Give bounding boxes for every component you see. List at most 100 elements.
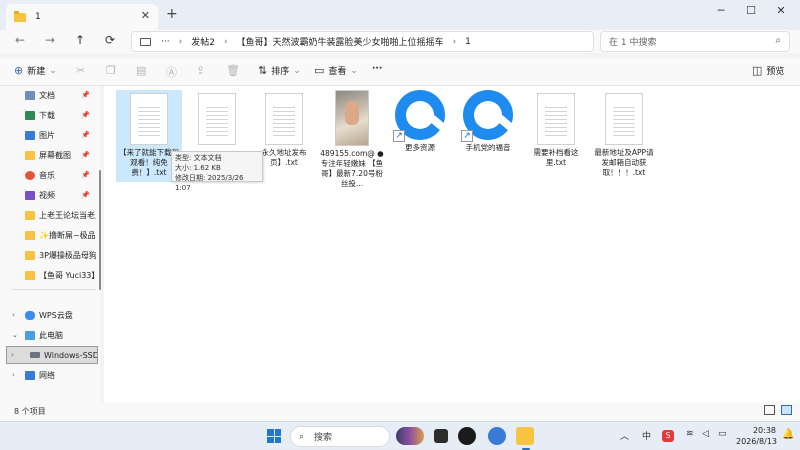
volume-icon[interactable]: ◁ — [702, 429, 709, 439]
search-highlight-icon[interactable] — [396, 427, 424, 445]
minimize-button[interactable]: ─ — [706, 4, 736, 17]
sidebar-item-label: 【鱼哥 Yuci33】 — [39, 270, 96, 280]
browser-shortcut-icon: ↗ — [393, 90, 445, 142]
maximize-button[interactable]: ☐ — [736, 4, 766, 17]
file-item[interactable]: ↗ 更多资源 — [387, 90, 453, 153]
sidebar-item-drive[interactable]: › Windows-SSD — [6, 346, 98, 364]
large-icons-view-icon[interactable] — [781, 405, 792, 415]
breadcrumb-item[interactable]: 1 — [465, 37, 471, 47]
sidebar-item-network[interactable]: › 网络 — [0, 366, 96, 384]
preview-pane-icon: ◫ — [752, 64, 763, 77]
new-label: 新建 — [27, 67, 46, 77]
up-button[interactable]: ↑ — [70, 33, 90, 47]
sidebar-item-folder[interactable]: ✨撸断屌~极品幼 — [0, 226, 96, 244]
tray-chevron-icon[interactable]: ︿ — [620, 429, 629, 442]
sidebar-item-folder[interactable]: 3P爆操极品母狗 — [0, 246, 96, 264]
breadcrumb-item[interactable]: 发帖2 — [191, 35, 215, 48]
chevron-right-icon: › — [452, 36, 457, 47]
paste-button[interactable]: ▤ — [136, 64, 146, 77]
sidebar-item-this-pc[interactable]: ⌄ 此电脑 — [0, 326, 96, 344]
refresh-button[interactable]: ⟳ — [100, 33, 120, 47]
start-button[interactable] — [267, 429, 281, 443]
sidebar-item-label: 文档 — [39, 90, 55, 100]
clock-time: 20:38 — [752, 426, 776, 435]
copy-button[interactable]: ❐ — [106, 64, 116, 77]
image-thumbnail — [335, 90, 369, 146]
qq-app-icon[interactable] — [458, 427, 476, 445]
file-item[interactable]: 489155.com@ ●专注年轻嫩妹 【鱼哥】最新7.20号粉丝投... — [319, 90, 385, 189]
sidebar-item-downloads[interactable]: 下载 📌 — [0, 106, 96, 124]
scissors-icon: ✂ — [76, 64, 86, 77]
trash-icon: 🗑 — [226, 64, 240, 77]
taskbar-search-label: 搜索 — [314, 433, 333, 443]
file-item[interactable] — [184, 90, 250, 148]
sidebar-item-videos[interactable]: 视频 📌 — [0, 186, 96, 204]
folder-icon — [25, 150, 35, 160]
chevron-right-icon[interactable]: › — [11, 351, 14, 359]
sidebar-item-label: 视频 — [39, 190, 55, 200]
close-tab-icon[interactable]: ✕ — [141, 9, 150, 22]
wifi-icon[interactable]: ≋ — [686, 429, 694, 439]
tab-current[interactable]: 1 ✕ — [6, 4, 158, 30]
more-options-button[interactable]: ··· — [372, 64, 382, 74]
pin-icon: 📌 — [81, 91, 90, 99]
sidebar-item-documents[interactable]: 文档 📌 — [0, 86, 96, 104]
browser-app-icon[interactable] — [488, 427, 506, 445]
file-item[interactable]: ↗ 手机党的福音 — [455, 90, 521, 153]
sidebar-item-label: 3P爆操极品母狗 — [39, 250, 96, 260]
cut-button[interactable]: ✂ — [76, 64, 85, 77]
sidebar-item-pictures[interactable]: 图片 📌 — [0, 126, 96, 144]
sidebar-item-screenshots[interactable]: 屏幕截图 📌 — [0, 146, 96, 164]
details-view-icon[interactable] — [764, 405, 775, 415]
new-button[interactable]: ⊕ 新建 ⌄ — [14, 64, 57, 77]
forward-button[interactable]: → — [40, 33, 60, 47]
new-tab-button[interactable]: + — [166, 6, 178, 22]
back-button[interactable]: ← — [10, 33, 30, 47]
search-input[interactable]: 在 1 中搜索 ⌕ — [600, 31, 790, 52]
view-button[interactable]: ▭ 查看 ⌄ — [314, 64, 358, 77]
item-count: 8 个项目 — [14, 407, 46, 416]
input-method-indicator[interactable]: 中 — [642, 429, 651, 442]
clock-date: 2026/8/13 — [736, 437, 778, 446]
file-item[interactable]: 需要补档看这里.txt — [523, 90, 589, 168]
chevron-right-icon: › — [178, 36, 183, 47]
sidebar-item-folder[interactable]: 上老王论坛当老王 — [0, 206, 96, 224]
clock[interactable]: 20:38 2026/8/13 — [736, 425, 778, 447]
scrollbar-thumb[interactable] — [99, 170, 101, 290]
sort-button[interactable]: ⇅ 排序 ⌄ — [258, 64, 301, 77]
this-pc-icon — [140, 37, 151, 46]
preview-button[interactable]: ◫ 预览 — [752, 64, 784, 77]
chevron-right-icon[interactable]: › — [12, 311, 15, 319]
battery-icon[interactable]: ▭ — [718, 429, 727, 439]
file-explorer-app-icon[interactable] — [516, 427, 534, 445]
sidebar-item-music[interactable]: 音乐 📌 — [0, 166, 96, 184]
notification-bell-icon[interactable]: 🔔 — [782, 429, 794, 440]
chevron-right-icon: › — [223, 36, 228, 47]
view-label: 查看 — [328, 67, 347, 77]
file-item[interactable]: 最新地址及APP请发邮箱自动获取！！！.txt — [591, 90, 657, 178]
sidebar-item-label: 上老王论坛当老王 — [39, 210, 96, 220]
breadcrumb-more[interactable]: ··· — [161, 37, 170, 47]
rename-button[interactable]: Ⓐ — [166, 64, 177, 80]
sidebar-scrollbar[interactable] — [98, 86, 103, 398]
network-icon — [25, 370, 35, 380]
chevron-down-icon[interactable]: ⌄ — [12, 331, 18, 339]
folder-icon — [25, 270, 35, 280]
navigation-bar: ← → ↑ ⟳ ··· › 发帖2 › 【鱼哥】天然波霸奶牛装露脸美少女啪啪上位… — [0, 30, 800, 53]
share-button[interactable]: ⇪ — [196, 64, 205, 77]
pin-icon: 📌 — [81, 151, 90, 159]
chevron-right-icon[interactable]: › — [12, 371, 15, 379]
breadcrumb-item[interactable]: 【鱼哥】天然波霸奶牛装露脸美少女啪啪上位摇摇车 — [237, 35, 444, 48]
sidebar-item-label: 音乐 — [39, 170, 55, 180]
task-view-icon[interactable] — [434, 429, 448, 443]
sidebar-item-wps-cloud[interactable]: › WPS云盘 — [0, 306, 96, 324]
close-window-button[interactable]: ✕ — [766, 4, 796, 17]
address-bar[interactable]: ··· › 发帖2 › 【鱼哥】天然波霸奶牛装露脸美少女啪啪上位摇摇车 › 1 — [131, 31, 594, 52]
wps-tray-icon[interactable]: S — [662, 430, 674, 442]
pictures-icon — [25, 130, 35, 140]
folder-icon — [25, 250, 35, 260]
divider — [12, 289, 96, 290]
taskbar-search[interactable]: ⌕ 搜索 — [290, 426, 390, 447]
delete-button[interactable]: 🗑 — [226, 64, 240, 77]
sidebar-item-folder[interactable]: 【鱼哥 Yuci33】 — [0, 266, 96, 284]
